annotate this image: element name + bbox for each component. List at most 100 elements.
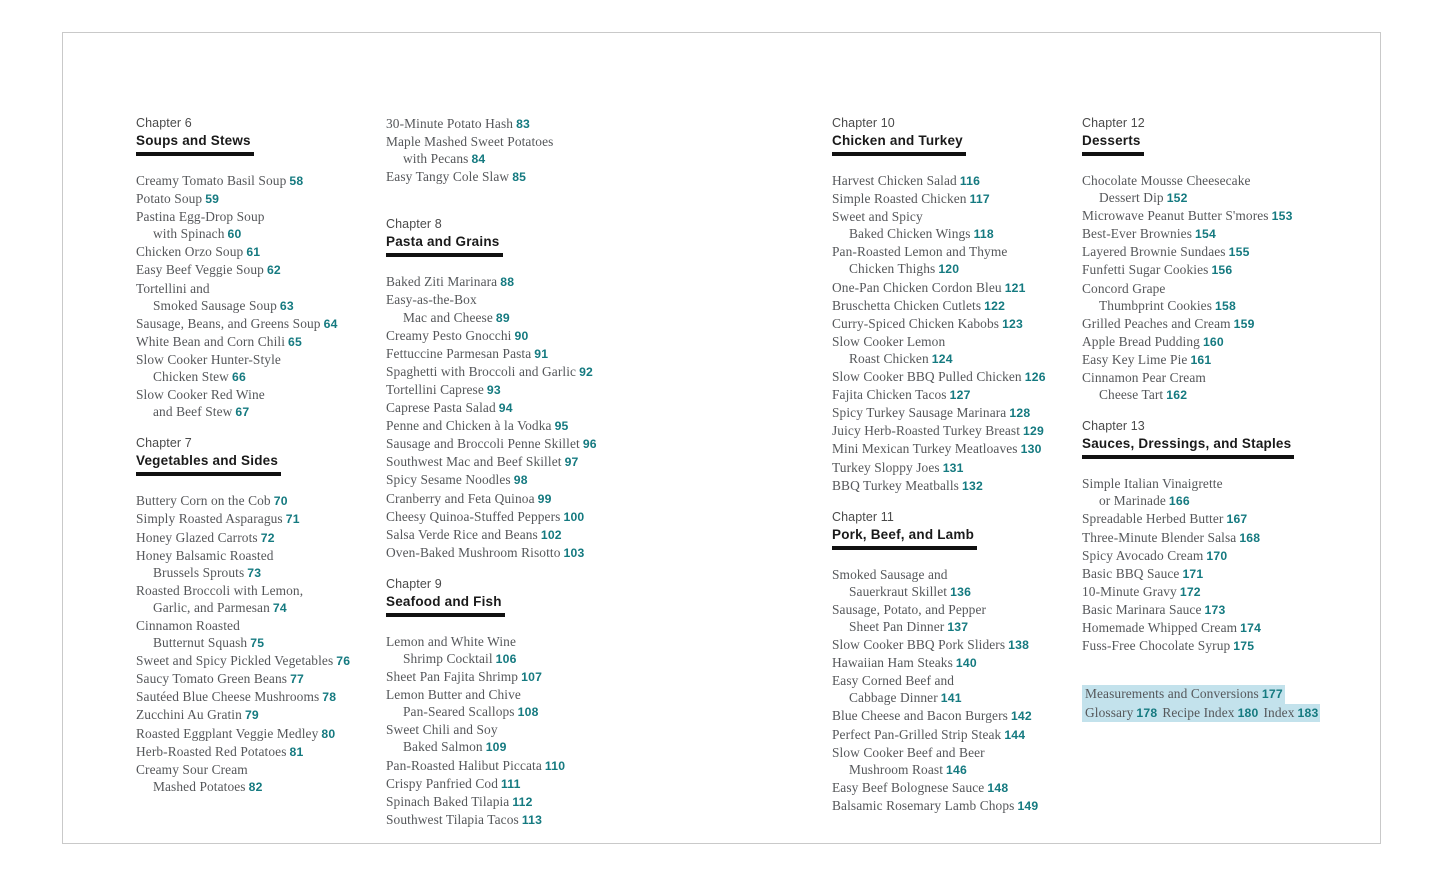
toc-entry[interactable]: White Bean and Corn Chili 65 — [136, 333, 386, 351]
toc-entry[interactable]: Tortellini Caprese 93 — [386, 381, 636, 399]
toc-entry[interactable]: Glossary 178 — [1082, 703, 1160, 722]
toc-entry[interactable]: Cranberry and Feta Quinoa 99 — [386, 490, 636, 508]
toc-entry[interactable]: Spicy Turkey Sausage Marinara 128 — [832, 404, 1082, 422]
toc-entry[interactable]: Basic Marinara Sauce 173 — [1082, 601, 1362, 619]
toc-entry[interactable]: Cinnamon Roasted Butternut Squash 75 — [136, 617, 386, 652]
toc-entry[interactable]: Roasted Broccoli with Lemon, Garlic, and … — [136, 582, 386, 617]
toc-entry-page-number: 65 — [288, 334, 302, 349]
toc-entry[interactable]: Bruschetta Chicken Cutlets 122 — [832, 297, 1082, 315]
toc-entry[interactable]: Fajita Chicken Tacos 127 — [832, 386, 1082, 404]
toc-entry[interactable]: Easy Corned Beef and Cabbage Dinner 141 — [832, 672, 1082, 707]
toc-entry[interactable]: Lemon Butter and Chive Pan-Seared Scallop… — [386, 686, 636, 721]
toc-entry[interactable]: Three-Minute Blender Salsa 168 — [1082, 529, 1362, 547]
toc-entry[interactable]: Sweet and Spicy Pickled Vegetables 76 — [136, 652, 386, 670]
toc-entry[interactable]: Easy Beef Veggie Soup 62 — [136, 261, 386, 279]
toc-entry[interactable]: Spinach Baked Tilapia 112 — [386, 793, 636, 811]
toc-entry[interactable]: Pan-Roasted Halibut Piccata 110 — [386, 757, 636, 775]
toc-entry[interactable]: Harvest Chicken Salad 116 — [832, 172, 1082, 190]
toc-entry[interactable]: Caprese Pasta Salad 94 — [386, 399, 636, 417]
toc-entry[interactable]: Slow Cooker Hunter-Style Chicken Stew 66 — [136, 351, 386, 386]
toc-entry[interactable]: Pan-Roasted Lemon and Thyme Chicken Thigh… — [832, 243, 1082, 278]
toc-entry[interactable]: BBQ Turkey Meatballs 132 — [832, 477, 1082, 495]
toc-entry[interactable]: Mini Mexican Turkey Meatloaves 130 — [832, 440, 1082, 458]
toc-entry[interactable]: Pastina Egg-Drop Soup with Spinach 60 — [136, 208, 386, 243]
toc-entry[interactable]: Fuss-Free Chocolate Syrup 175 — [1082, 637, 1362, 655]
toc-entry[interactable]: Spicy Avocado Cream 170 — [1082, 547, 1362, 565]
toc-entry[interactable]: Turkey Sloppy Joes 131 — [832, 459, 1082, 477]
toc-entry[interactable]: Spreadable Herbed Butter 167 — [1082, 510, 1362, 528]
toc-entry[interactable]: Sausage, Potato, and Pepper Sheet Pan Din… — [832, 601, 1082, 636]
toc-entry[interactable]: Easy Key Lime Pie 161 — [1082, 351, 1362, 369]
toc-entry[interactable]: Creamy Pesto Gnocchi 90 — [386, 327, 636, 345]
toc-entry[interactable]: Potato Soup 59 — [136, 190, 386, 208]
toc-entry[interactable]: Slow Cooker Red Wine and Beef Stew 67 — [136, 386, 386, 421]
toc-entry[interactable]: Chicken Orzo Soup 61 — [136, 243, 386, 261]
toc-entry[interactable]: Lemon and White Wine Shrimp Cocktail 106 — [386, 633, 636, 668]
toc-entry[interactable]: Slow Cooker BBQ Pulled Chicken 126 — [832, 368, 1082, 386]
chapter-number-label: Chapter 11 — [832, 509, 894, 524]
toc-entry[interactable]: Honey Glazed Carrots 72 — [136, 529, 386, 547]
toc-entry[interactable]: Perfect Pan-Grilled Strip Steak 144 — [832, 726, 1082, 744]
toc-entry[interactable]: Sweet Chili and Soy Baked Salmon 109 — [386, 721, 636, 756]
toc-entry[interactable]: Hawaiian Ham Steaks 140 — [832, 654, 1082, 672]
toc-entry[interactable]: Grilled Peaches and Cream 159 — [1082, 315, 1362, 333]
toc-entry[interactable]: 10-Minute Gravy 172 — [1082, 583, 1362, 601]
toc-entry[interactable]: Penne and Chicken à la Vodka 95 — [386, 417, 636, 435]
toc-entry[interactable]: Microwave Peanut Butter S'mores 153 — [1082, 207, 1362, 225]
toc-entry[interactable]: Recipe Index 180 — [1159, 703, 1261, 722]
toc-entry[interactable]: Cheesy Quinoa-Stuffed Peppers 100 — [386, 508, 636, 526]
toc-entry[interactable]: Crispy Panfried Cod 111 — [386, 775, 636, 793]
toc-entry[interactable]: Spicy Sesame Noodles 98 — [386, 471, 636, 489]
toc-entry[interactable]: Layered Brownie Sundaes 155 — [1082, 243, 1362, 261]
toc-entry[interactable]: Creamy Sour Cream Mashed Potatoes 82 — [136, 761, 386, 796]
toc-entry[interactable]: Sausage and Broccoli Penne Skillet 96 — [386, 435, 636, 453]
toc-entry[interactable]: Blue Cheese and Bacon Burgers 142 — [832, 707, 1082, 725]
toc-entry[interactable]: Creamy Tomato Basil Soup 58 — [136, 172, 386, 190]
toc-entry[interactable]: Apple Bread Pudding 160 — [1082, 333, 1362, 351]
toc-entry[interactable]: Best-Ever Brownies 154 — [1082, 225, 1362, 243]
toc-entry[interactable]: Southwest Mac and Beef Skillet 97 — [386, 453, 636, 471]
toc-entry[interactable]: Saucy Tomato Green Beans 77 — [136, 670, 386, 688]
toc-entry[interactable]: Smoked Sausage and Sauerkraut Skillet 136 — [832, 566, 1082, 601]
toc-entry[interactable]: Roasted Eggplant Veggie Medley 80 — [136, 725, 386, 743]
toc-entry[interactable]: Simply Roasted Asparagus 71 — [136, 510, 386, 528]
toc-entry[interactable]: Southwest Tilapia Tacos 113 — [386, 811, 636, 829]
toc-entry[interactable]: Juicy Herb-Roasted Turkey Breast 129 — [832, 422, 1082, 440]
toc-entry[interactable]: Zucchini Au Gratin 79 — [136, 706, 386, 724]
toc-entry[interactable]: Funfetti Sugar Cookies 156 — [1082, 261, 1362, 279]
toc-entry[interactable]: Slow Cooker BBQ Pork Sliders 138 — [832, 636, 1082, 654]
chapter-title: Pork, Beef, and Lamb — [832, 526, 975, 542]
toc-entry[interactable]: Homemade Whipped Cream 174 — [1082, 619, 1362, 637]
toc-entry[interactable]: Cinnamon Pear Cream Cheese Tart 162 — [1082, 369, 1362, 404]
toc-entry[interactable]: Balsamic Rosemary Lamb Chops 149 — [832, 797, 1082, 815]
toc-entry[interactable]: Baked Ziti Marinara 88 — [386, 273, 636, 291]
toc-entry[interactable]: Easy Beef Bolognese Sauce 148 — [832, 779, 1082, 797]
toc-entry[interactable]: Index 183 — [1260, 703, 1321, 722]
toc-entry[interactable]: Slow Cooker Beef and Beer Mushroom Roast 1… — [832, 744, 1082, 779]
toc-entry[interactable]: Oven-Baked Mushroom Risotto 103 — [386, 544, 636, 562]
toc-entry[interactable]: Measurements and Conversions 177 — [1082, 685, 1285, 704]
toc-entry[interactable]: Easy Tangy Cole Slaw 85 — [386, 168, 636, 186]
toc-entry[interactable]: Sheet Pan Fajita Shrimp 107 — [386, 668, 636, 686]
toc-entry[interactable]: Herb-Roasted Red Potatoes 81 — [136, 743, 386, 761]
toc-entry[interactable]: Concord Grape Thumbprint Cookies 158 — [1082, 280, 1362, 315]
toc-entry[interactable]: Sautéed Blue Cheese Mushrooms 78 — [136, 688, 386, 706]
toc-entry[interactable]: Honey Balsamic Roasted Brussels Sprouts 73 — [136, 547, 386, 582]
toc-entry[interactable]: Tortellini and Smoked Sausage Soup 63 — [136, 280, 386, 315]
toc-entry[interactable]: Spaghetti with Broccoli and Garlic 92 — [386, 363, 636, 381]
toc-entry[interactable]: One-Pan Chicken Cordon Bleu 121 — [832, 279, 1082, 297]
toc-entry[interactable]: Simple Roasted Chicken 117 — [832, 190, 1082, 208]
toc-entry[interactable]: Simple Italian Vinaigrette or Marinade 166 — [1082, 475, 1362, 510]
toc-entry[interactable]: Chocolate Mousse Cheesecake Dessert Dip 15… — [1082, 172, 1362, 207]
toc-entry[interactable]: Basic BBQ Sauce 171 — [1082, 565, 1362, 583]
toc-entry[interactable]: Salsa Verde Rice and Beans 102 — [386, 526, 636, 544]
toc-entry[interactable]: Sausage, Beans, and Greens Soup 64 — [136, 315, 386, 333]
toc-entry[interactable]: Curry-Spiced Chicken Kabobs 123 — [832, 315, 1082, 333]
toc-entry[interactable]: Buttery Corn on the Cob 70 — [136, 492, 386, 510]
toc-entry[interactable]: Maple Mashed Sweet Potatoes with Pecans 84 — [386, 133, 636, 168]
toc-entry[interactable]: 30-Minute Potato Hash 83 — [386, 115, 636, 133]
toc-entry[interactable]: Fettuccine Parmesan Pasta 91 — [386, 345, 636, 363]
toc-entry[interactable]: Sweet and Spicy Baked Chicken Wings 118 — [832, 208, 1082, 243]
toc-entry[interactable]: Easy-as-the-Box Mac and Cheese 89 — [386, 291, 636, 326]
toc-entry[interactable]: Slow Cooker Lemon Roast Chicken 124 — [832, 333, 1082, 368]
